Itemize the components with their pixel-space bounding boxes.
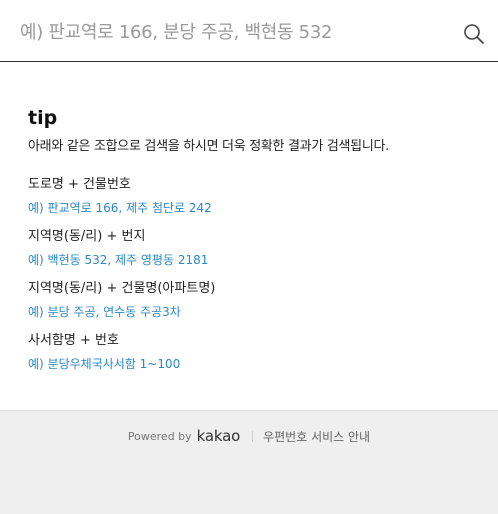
tip-item-label: 지역명(동/리) + 번지 [28,229,146,244]
tip-section: tip 아래와 같은 조합으로 검색을 하시면 더욱 정확한 결과가 검색됩니다… [28,106,478,384]
kakao-logo: kakao [196,427,241,445]
search-button[interactable] [462,22,486,46]
tip-item-label: 지역명(동/리) + 건물명(아파트명) [28,281,216,296]
tip-title: tip [28,107,58,129]
search-bar [0,0,498,62]
tip-item-building-name: 지역명(동/리) + 건물명(아파트명) 예) 분당 주공, 연수동 주공3차 [28,280,478,332]
tip-item-label: 도로명 + 건물번호 [28,177,131,192]
tip-item-example: 예) 백현동 532, 제주 영평동 2181 [28,253,209,267]
postcode-service-guide-link[interactable]: 우편번호 서비스 안내 [263,428,370,445]
tip-item-label: 사서함명 + 번호 [28,333,119,348]
tip-item-po-box: 사서함명 + 번호 예) 분당우체국사서함 1~100 [28,332,478,384]
footer-divider [252,430,254,442]
tip-item-lot-number: 지역명(동/리) + 번지 예) 백현동 532, 제주 영평동 2181 [28,228,478,280]
search-icon [464,24,484,44]
tip-description: 아래와 같은 조합으로 검색을 하시면 더욱 정확한 결과가 검색됩니다. [28,139,389,154]
postcode-search-page: tip 아래와 같은 조합으로 검색을 하시면 더욱 정확한 결과가 검색됩니다… [0,0,498,514]
footer: Powered by kakao 우편번호 서비스 안내 [0,410,498,514]
tip-list: 도로명 + 건물번호 예) 판교역로 166, 제주 첨단로 242 지역명(동… [28,176,478,384]
tip-item-road-name: 도로명 + 건물번호 예) 판교역로 166, 제주 첨단로 242 [28,176,478,228]
tip-item-example: 예) 분당 주공, 연수동 주공3차 [28,305,181,319]
footer-content: Powered by kakao 우편번호 서비스 안내 [0,427,498,445]
tip-item-example: 예) 분당우체국사서함 1~100 [28,357,181,371]
powered-by-text: Powered by [127,429,192,443]
tip-item-example: 예) 판교역로 166, 제주 첨단로 242 [28,201,212,215]
search-input[interactable] [20,18,450,46]
